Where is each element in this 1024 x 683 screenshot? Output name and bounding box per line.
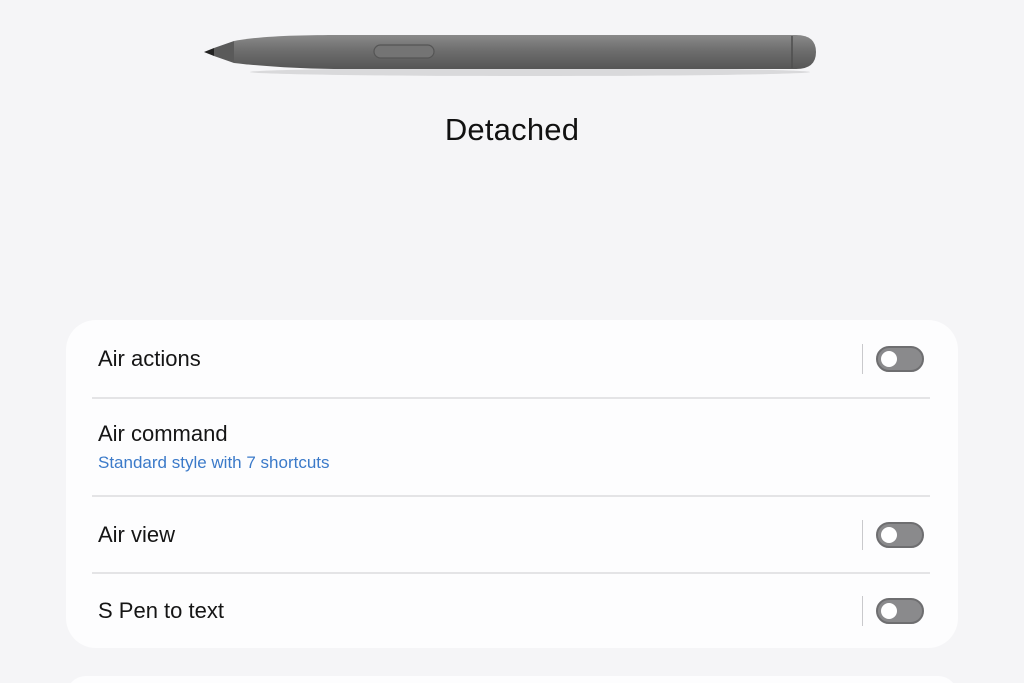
air-command-summary: Standard style with 7 shortcuts	[98, 453, 330, 472]
s-pen-to-text-row[interactable]: S Pen to text	[66, 574, 958, 648]
row-separator	[862, 596, 863, 626]
air-command-label: Air command	[98, 421, 228, 446]
air-view-row[interactable]: Air view	[66, 497, 958, 573]
next-settings-card	[66, 676, 958, 683]
pen-status-title: Detached	[444, 112, 580, 147]
s-pen-to-text-label: S Pen to text	[98, 598, 224, 623]
s-pen-settings-screen: Detached Air actions Air command Standar…	[0, 0, 1024, 683]
toggle-knob	[881, 603, 897, 619]
s-pen-icon	[204, 35, 816, 76]
air-actions-toggle[interactable]	[876, 346, 924, 372]
pen-illustration	[0, 0, 1024, 110]
s-pen-to-text-toggle[interactable]	[876, 598, 924, 624]
toggle-knob	[881, 351, 897, 367]
air-actions-label: Air actions	[98, 346, 201, 371]
row-separator	[862, 520, 863, 550]
air-command-row[interactable]: Air command Standard style with 7 shortc…	[66, 399, 958, 495]
air-view-toggle[interactable]	[876, 522, 924, 548]
toggle-knob	[881, 527, 897, 543]
air-actions-row[interactable]: Air actions	[66, 320, 958, 398]
row-separator	[862, 344, 863, 374]
air-view-label: Air view	[98, 522, 176, 547]
settings-card: Air actions Air command Standard style w…	[66, 320, 958, 648]
